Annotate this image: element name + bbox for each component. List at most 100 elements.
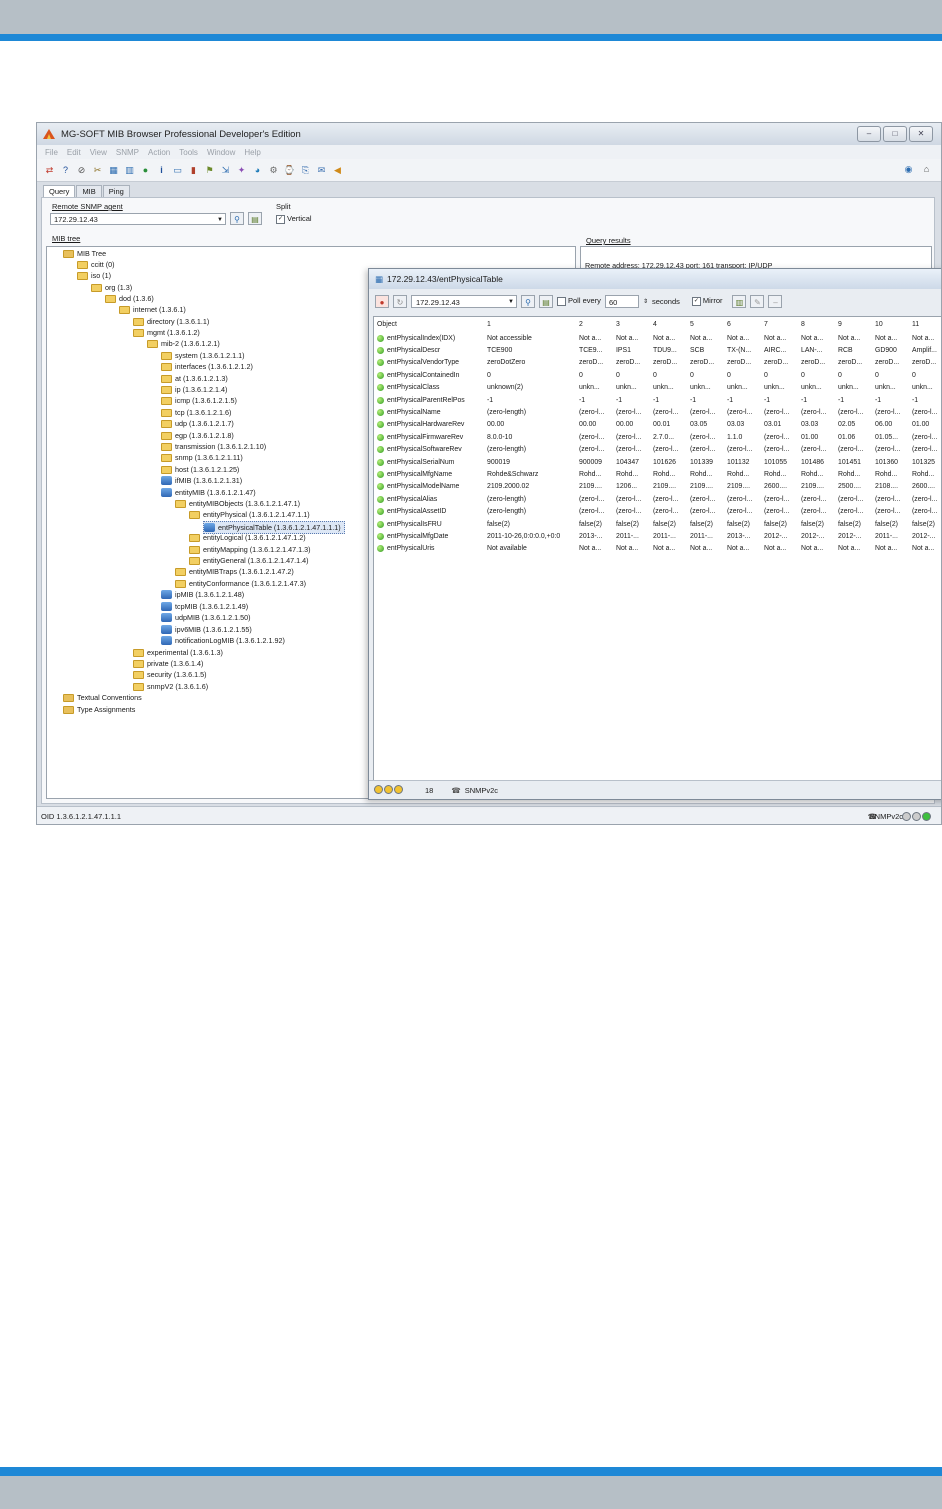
tree-node[interactable]: snmp (1.3.6.1.2.1.11) <box>161 452 243 463</box>
export-icon[interactable]: ⎘ <box>299 164 312 177</box>
tree-node[interactable]: at (1.3.6.1.2.1.3) <box>161 373 228 384</box>
minimize-button[interactable]: – <box>857 126 881 142</box>
tree-node[interactable]: tcpMIB (1.3.6.1.2.1.49) <box>161 601 248 612</box>
tree-node[interactable]: snmpV2 (1.3.6.1.6) <box>133 681 208 692</box>
tree-node[interactable]: interfaces (1.3.6.1.2.1.2) <box>161 361 253 372</box>
tree-node[interactable]: entityGeneral (1.3.6.1.2.1.47.1.4) <box>189 555 308 566</box>
stop-icon[interactable]: ⊘ <box>75 164 88 177</box>
tree-node[interactable]: experimental (1.3.6.1.3) <box>133 647 223 658</box>
tree-node[interactable]: ccitt (0) <box>77 259 115 270</box>
trap-icon[interactable]: ⚑ <box>203 164 216 177</box>
tree-node[interactable]: entityMapping (1.3.6.1.2.1.47.1.3) <box>189 544 310 555</box>
column-header-object[interactable]: Object <box>374 317 484 332</box>
bell-icon[interactable]: ✉ <box>315 164 328 177</box>
tree-node[interactable]: org (1.3) <box>91 282 132 293</box>
tree-node[interactable]: entityMIB (1.3.6.1.2.1.47) <box>161 487 256 498</box>
table-row[interactable]: entPhysicalMfgName Rohde&Schwarz Rohd... Ro… <box>374 468 941 480</box>
tree-node[interactable]: directory (1.3.6.1.1) <box>133 316 209 327</box>
help-icon[interactable]: ◉ <box>902 163 915 176</box>
tree-node[interactable]: entityConformance (1.3.6.1.2.1.47.3) <box>175 578 306 589</box>
tree-node[interactable]: Type Assignments <box>63 704 135 715</box>
close-button[interactable]: ✕ <box>909 126 933 142</box>
tree-node[interactable]: entityMIBObjects (1.3.6.1.2.1.47.1) <box>175 498 300 509</box>
tree-node[interactable]: ipMIB (1.3.6.1.2.1.48) <box>161 589 244 600</box>
connect-icon[interactable]: ⇄ <box>43 164 56 177</box>
table-row[interactable]: entPhysicalSoftwareRev (zero-length) (zero… <box>374 444 941 456</box>
compile-icon[interactable]: ⚙ <box>267 164 280 177</box>
scan-icon[interactable]: ⌚ <box>283 164 296 177</box>
delete-icon[interactable]: – <box>768 294 783 308</box>
table-row[interactable]: entPhysicalHardwareRev 00.00 00.00 00.00 00.… <box>374 419 941 431</box>
tree-node[interactable]: iso (1) <box>77 270 111 281</box>
poll-checkbox[interactable]: Poll every <box>557 296 601 306</box>
table-row[interactable]: entPhysicalVendorType zeroDotZero zeroD...… <box>374 357 941 369</box>
table-row[interactable]: entPhysicalFirmwareRev 8.0.0-10 (zero-l...… <box>374 431 941 443</box>
column-header[interactable]: 1 <box>484 317 576 332</box>
table-row[interactable]: entPhysicalDescr TCE900 TCE9... IPS1 TDU9...… <box>374 344 941 356</box>
vertical-checkbox[interactable]: ✓ Vertical <box>276 214 312 224</box>
maximize-button[interactable]: □ <box>883 126 907 142</box>
tree-node[interactable]: mib-2 (1.3.6.1.2.1) <box>147 338 220 349</box>
tree-node[interactable]: udp (1.3.6.1.2.1.7) <box>161 418 234 429</box>
menu-snmp[interactable]: SNMP <box>116 148 139 157</box>
tree-node[interactable]: udpMIB (1.3.6.1.2.1.50) <box>161 612 251 623</box>
agent-properties-button[interactable]: ⚲ <box>521 294 535 308</box>
tree-node[interactable]: MIB Tree <box>63 248 106 259</box>
table-row[interactable]: entPhysicalIsFRU false(2) false(2) false(2)… <box>374 518 941 530</box>
edit-icon[interactable]: ✎ <box>750 294 765 308</box>
tree-node[interactable]: tcp (1.3.6.1.2.1.6) <box>161 407 231 418</box>
remote-agent-combo[interactable]: 172.29.12.43 ▼ <box>50 213 226 225</box>
table-icon[interactable]: ▦ <box>107 164 120 177</box>
tree-node[interactable]: mgmt (1.3.6.1.2) <box>133 327 200 338</box>
menu-help[interactable]: Help <box>244 148 260 157</box>
column-header[interactable]: 11 <box>909 317 941 332</box>
tree-node[interactable]: ifMIB (1.3.6.1.2.1.31) <box>161 475 242 486</box>
table-row[interactable]: entPhysicalContainedIn 0 0 0 0 0 0 0 0 0 0 0 <box>374 369 941 381</box>
tree-node[interactable]: notificationLogMIB (1.3.6.1.2.1.92) <box>161 635 285 646</box>
tree-node[interactable]: ipv6MIB (1.3.6.1.2.1.55) <box>161 624 252 635</box>
tree-node[interactable]: entityMIBTraps (1.3.6.1.2.1.47.2) <box>175 566 294 577</box>
window-icon[interactable]: ▭ <box>171 164 184 177</box>
menu-window[interactable]: Window <box>207 148 235 157</box>
column-header[interactable]: 8 <box>798 317 835 332</box>
menu-view[interactable]: View <box>90 148 107 157</box>
table-row[interactable]: entPhysicalName (zero-length) (zero-l... (z… <box>374 406 941 418</box>
export-table-button[interactable]: ▥ <box>732 294 747 308</box>
poll-interval-input[interactable]: 60 <box>604 294 639 308</box>
walk-icon[interactable]: ⇲ <box>219 164 232 177</box>
mirror-checkbox[interactable]: ✓ Mirror <box>691 296 722 306</box>
table-agent-combo[interactable]: 172.29.12.43 ▼ <box>411 294 517 308</box>
menu-edit[interactable]: Edit <box>67 148 81 157</box>
tree-node[interactable]: ip (1.3.6.1.2.1.4) <box>161 384 227 395</box>
speaker-icon[interactable]: ◀ <box>331 164 344 177</box>
tools-icon[interactable]: ✂ <box>91 164 104 177</box>
table-row[interactable]: entPhysicalAssetID (zero-length) (zero-l..… <box>374 505 941 517</box>
table-row[interactable]: entPhysicalClass unknown(2) unkn... unkn...… <box>374 382 941 394</box>
tree-node[interactable]: internet (1.3.6.1) <box>119 304 186 315</box>
tree-node[interactable]: host (1.3.6.1.2.1.25) <box>161 464 239 475</box>
table-row[interactable]: entPhysicalSerialNum 900019 900009 104347 10… <box>374 456 941 468</box>
column-header[interactable]: 6 <box>724 317 761 332</box>
tree-node[interactable]: entityLogical (1.3.6.1.2.1.47.1.2) <box>189 532 306 543</box>
column-header[interactable]: 2 <box>576 317 613 332</box>
column-header[interactable]: 7 <box>761 317 798 332</box>
table-row[interactable]: entPhysicalUris Not available Not a... Not … <box>374 543 941 555</box>
table-row[interactable]: entPhysicalParentRelPos -1 -1 -1 -1 -1 -1 -1 -1 -… <box>374 394 941 406</box>
tree-node[interactable]: private (1.3.6.1.4) <box>133 658 203 669</box>
menu-tools[interactable]: Tools <box>179 148 198 157</box>
column-header[interactable]: 4 <box>650 317 687 332</box>
agent-settings-button[interactable]: ▤ <box>248 212 262 225</box>
stop-poll-icon[interactable]: ● <box>375 294 389 308</box>
column-header[interactable]: 10 <box>872 317 909 332</box>
table-row[interactable]: entPhysicalMfgDate 2011-10-26,0:0:0.0,+0:… <box>374 530 941 542</box>
menu-action[interactable]: Action <box>148 148 170 157</box>
chart-icon[interactable]: ▮ <box>187 164 200 177</box>
tree-node[interactable]: system (1.3.6.1.2.1.1) <box>161 350 245 361</box>
table-row[interactable]: entPhysicalAlias (zero-length) (zero-l... (… <box>374 493 941 505</box>
tree-node[interactable]: icmp (1.3.6.1.2.1.5) <box>161 395 237 406</box>
table-row[interactable]: entPhysicalModelName 2109.2000.02 2109....… <box>374 481 941 493</box>
column-header[interactable]: 9 <box>835 317 872 332</box>
tree-node[interactable]: Textual Conventions <box>63 692 142 703</box>
spinner-icon[interactable]: ⇕ <box>643 298 648 305</box>
graph-icon[interactable]: ▥ <box>123 164 136 177</box>
